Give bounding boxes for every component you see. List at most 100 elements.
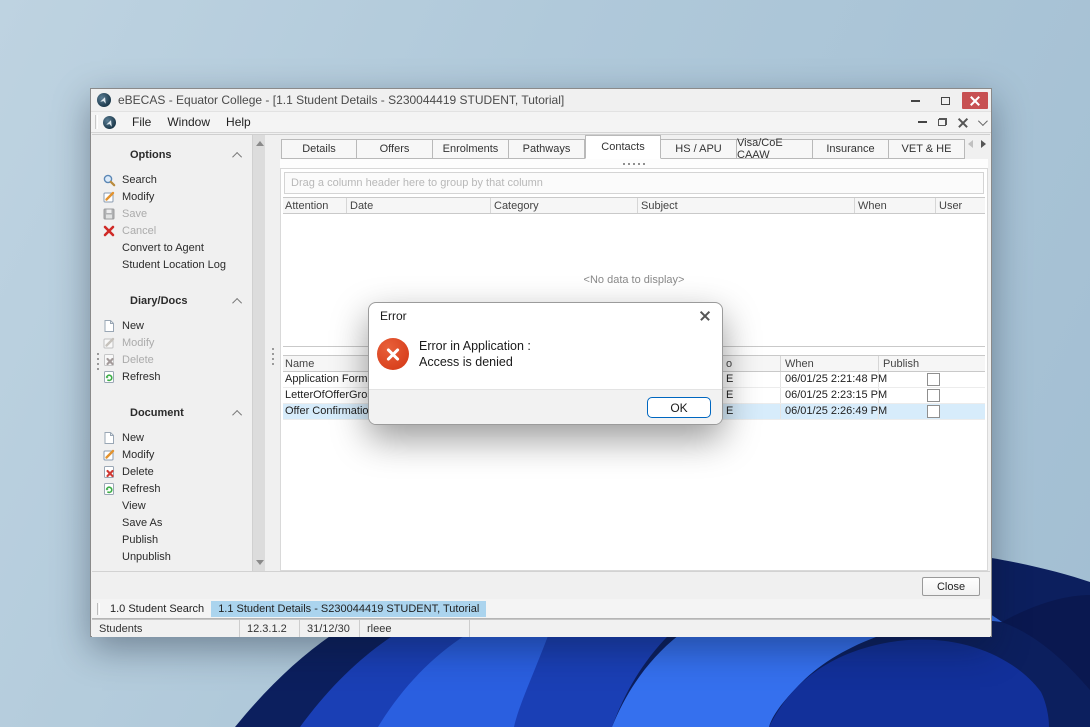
tab-strip: Details Offers Enrolments Pathways Conta… [280, 135, 988, 159]
error-icon [377, 338, 409, 370]
no-data-label: <No data to display> [283, 274, 985, 286]
sidebar-item-doc-save-as[interactable]: Save As [92, 514, 252, 531]
sidebar-item-convert-to-agent[interactable]: Convert to Agent [92, 239, 252, 256]
splitter-grip-icon[interactable] [280, 159, 988, 169]
scroll-down-icon[interactable] [256, 560, 264, 565]
menu-help[interactable]: Help [218, 112, 259, 132]
tab-offers[interactable]: Offers [357, 139, 433, 159]
tab-enrolments[interactable]: Enrolments [433, 139, 509, 159]
tab-insurance[interactable]: Insurance [813, 139, 889, 159]
content-splitter-grip-icon[interactable] [272, 348, 274, 368]
tab-scroll-right-icon[interactable] [981, 140, 986, 148]
sidebar-item-doc-view[interactable]: View [92, 497, 252, 514]
sidebar-item-doc-refresh[interactable]: Refresh [92, 480, 252, 497]
sidebar-item-doc-delete[interactable]: Delete [92, 463, 252, 480]
dialog-title: Error [380, 309, 407, 323]
sidebar-item-modify[interactable]: Modify [92, 188, 252, 205]
dialog-title-bar[interactable]: Error [369, 303, 722, 329]
publish-checkbox[interactable] [927, 373, 940, 386]
sidebar-item-label: Convert to Agent [122, 242, 204, 254]
scroll-up-icon[interactable] [256, 141, 264, 146]
column-header-name[interactable]: Name [285, 358, 314, 370]
sidebar-item-label: Cancel [122, 225, 156, 237]
close-button[interactable]: Close [922, 577, 980, 596]
close-window-button[interactable] [962, 92, 988, 109]
mdi-chevron-down-icon[interactable] [978, 116, 988, 126]
ok-button[interactable]: OK [647, 397, 711, 418]
mdi-tab-student-search[interactable]: 1.0 Student Search [103, 601, 211, 617]
tab-contacts[interactable]: Contacts [585, 135, 661, 159]
dialog-body: Error in Application : Access is denied [369, 329, 722, 391]
delete-icon [102, 465, 116, 479]
search-icon [102, 173, 116, 187]
sidebar-item-search[interactable]: Search [92, 171, 252, 188]
sidebar-item-save[interactable]: Save [92, 205, 252, 222]
sidebar-scrollbar[interactable] [252, 135, 265, 571]
sidebar-item-student-location-log[interactable]: Student Location Log [92, 256, 252, 273]
tab-visa-coe-caaw[interactable]: Visa/CoE CAAW [737, 139, 813, 159]
tab-scroll-left-icon[interactable] [968, 140, 973, 148]
status-bar: Students 12.3.1.2 31/12/30 rleee [92, 619, 990, 637]
sidebar-item-label: Save [122, 208, 147, 220]
sidebar-item-label: Refresh [122, 371, 161, 383]
app-icon [97, 93, 111, 107]
column-header-clipped[interactable]: o [726, 358, 732, 370]
mdi-minimize-icon[interactable] [918, 121, 927, 123]
group-by-panel[interactable]: Drag a column header here to group by th… [284, 172, 984, 194]
close-icon [700, 311, 711, 322]
sidebar-section-options[interactable]: Options [130, 147, 242, 163]
status-module: Students [92, 620, 240, 637]
column-header-user[interactable]: User [939, 200, 962, 212]
tab-vet-he[interactable]: VET & HE [889, 139, 965, 159]
delete-icon [102, 353, 116, 367]
sidebar-section-document[interactable]: Document [130, 405, 242, 421]
sidebar-item-doc-new[interactable]: New [92, 429, 252, 446]
new-icon [102, 431, 116, 445]
left-splitter-grip-icon[interactable] [97, 353, 99, 373]
publish-checkbox[interactable] [927, 389, 940, 402]
column-header-date[interactable]: Date [350, 200, 373, 212]
publish-checkbox[interactable] [927, 405, 940, 418]
status-date: 31/12/30 [300, 620, 360, 637]
column-header-when[interactable]: When [858, 200, 887, 212]
diary-grid-header: Attention Date Category Subject When Use… [283, 197, 985, 214]
tab-pathways[interactable]: Pathways [509, 139, 585, 159]
status-user: rleee [360, 620, 470, 637]
doc-clipped-cell: E [726, 389, 733, 401]
minimize-button[interactable] [902, 92, 928, 109]
column-header-when[interactable]: When [785, 358, 814, 370]
column-header-publish[interactable]: Publish [883, 358, 919, 370]
mdi-child-icon[interactable] [103, 116, 116, 129]
sidebar-item-cancel[interactable]: Cancel [92, 222, 252, 239]
column-header-subject[interactable]: Subject [641, 200, 678, 212]
mdi-restore-icon[interactable] [938, 118, 947, 126]
sidebar-item-label: Refresh [122, 483, 161, 495]
sidebar-item-diary-new[interactable]: New [92, 317, 252, 334]
sidebar-item-diary-delete[interactable]: Delete [92, 351, 252, 368]
doc-clipped-cell: E [726, 373, 733, 385]
sidebar-item-doc-modify[interactable]: Modify [92, 446, 252, 463]
sidebar-item-label: Publish [122, 534, 158, 546]
mdi-tab-student-details[interactable]: 1.1 Student Details - S230044419 STUDENT… [211, 601, 486, 617]
sidebar-item-doc-publish[interactable]: Publish [92, 531, 252, 548]
sidebar-item-diary-refresh[interactable]: Refresh [92, 368, 252, 385]
menu-window[interactable]: Window [159, 112, 218, 132]
maximize-button[interactable] [932, 92, 958, 109]
sidebar-item-doc-unpublish[interactable]: Unpublish [92, 548, 252, 565]
mdi-close-icon[interactable] [958, 118, 967, 127]
tab-hs-apu[interactable]: HS / APU [661, 139, 737, 159]
maximize-icon [941, 97, 950, 105]
error-message-line1: Error in Application : [419, 338, 531, 354]
title-bar[interactable]: eBECAS - Equator College - [1.1 Student … [91, 89, 991, 111]
menu-file[interactable]: File [124, 112, 159, 132]
sidebar-item-diary-modify[interactable]: Modify [92, 334, 252, 351]
sidebar-item-label: New [122, 432, 144, 444]
refresh-icon [102, 482, 116, 496]
column-header-attention[interactable]: Attention [285, 200, 328, 212]
tab-details[interactable]: Details [281, 139, 357, 159]
save-icon [102, 207, 116, 221]
sidebar-section-diary-docs[interactable]: Diary/Docs [130, 293, 242, 309]
dialog-close-button[interactable] [697, 308, 713, 324]
sidebar-item-label: Modify [122, 337, 154, 349]
column-header-category[interactable]: Category [494, 200, 539, 212]
